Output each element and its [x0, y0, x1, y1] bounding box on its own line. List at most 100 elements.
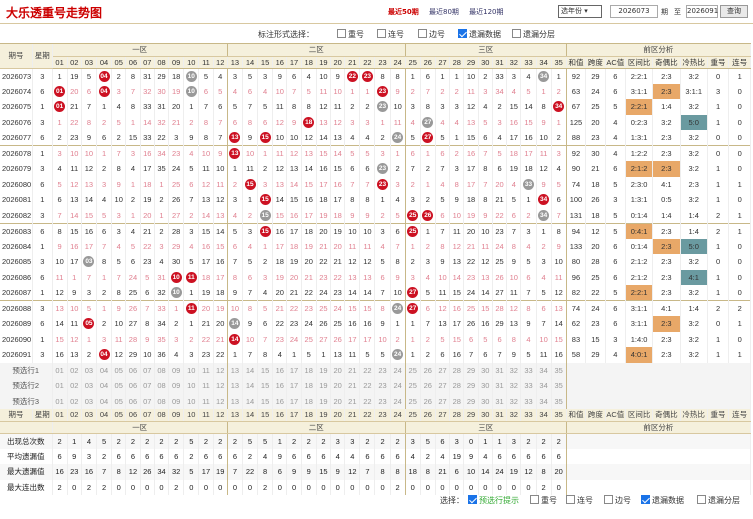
- preselect-number[interactable]: 11: [198, 393, 214, 409]
- preselect-number[interactable]: 11: [198, 378, 214, 394]
- preselect-number[interactable]: 23: [374, 393, 391, 409]
- preselect-number[interactable]: 23: [374, 362, 391, 378]
- preselect-number[interactable]: 20: [330, 378, 346, 394]
- preselect-number[interactable]: 25: [405, 393, 421, 409]
- preselect-number[interactable]: 28: [449, 393, 465, 409]
- preselect-number[interactable]: 10: [183, 378, 200, 394]
- preselect-number[interactable]: 04: [96, 378, 113, 394]
- preselect-number[interactable]: 12: [213, 362, 228, 378]
- preselect-number[interactable]: 21: [344, 362, 361, 378]
- period-80-link[interactable]: 最近80期: [429, 8, 459, 16]
- preselect-number[interactable]: 16: [272, 378, 288, 394]
- preselect-number[interactable]: 16: [272, 393, 288, 409]
- preselect-number[interactable]: 19: [316, 393, 332, 409]
- preselect-number[interactable]: 30: [478, 378, 493, 394]
- preselect-number[interactable]: 21: [344, 393, 361, 409]
- checkbox-icon[interactable]: [697, 495, 706, 504]
- year-select[interactable]: 选年份 ▾: [558, 5, 602, 18]
- preselect-number[interactable]: 20: [330, 393, 346, 409]
- preselect-number[interactable]: 02: [67, 362, 82, 378]
- checkbox-icon[interactable]: [418, 29, 427, 38]
- preselect-row[interactable]: 预选行3 01 02 03 04 05 06 07 08 09 10 11 12 13 14 15 16 17 18…: [0, 393, 752, 409]
- preselect-number[interactable]: 24: [390, 362, 406, 378]
- preselect-number[interactable]: 14: [242, 378, 259, 394]
- opt-omission[interactable]: 遗漏数据: [458, 29, 501, 40]
- query-button[interactable]: 查询: [720, 5, 748, 18]
- checkbox-icon[interactable]: [512, 29, 521, 38]
- preselect-number[interactable]: 33: [520, 393, 537, 409]
- preselect-number[interactable]: 01: [52, 378, 68, 394]
- preselect-number[interactable]: 33: [520, 362, 537, 378]
- preselect-number[interactable]: 30: [478, 393, 493, 409]
- preselect-number[interactable]: 08: [154, 378, 170, 394]
- preselect-number[interactable]: 28: [449, 362, 465, 378]
- preselect-number[interactable]: 14: [242, 393, 259, 409]
- preselect-number[interactable]: 01: [52, 362, 68, 378]
- issue-header[interactable]: 期号: [0, 44, 34, 69]
- checkbox-icon[interactable]: [377, 29, 386, 38]
- opt-edge[interactable]: 边号: [418, 29, 445, 40]
- preselect-number[interactable]: 03: [81, 393, 97, 409]
- opt-layer[interactable]: 遗漏分层: [512, 29, 555, 40]
- preselect-number[interactable]: 18: [301, 393, 317, 409]
- checkbox-icon[interactable]: [604, 495, 613, 504]
- preselect-number[interactable]: 26: [420, 393, 436, 409]
- preselect-row[interactable]: 预选行1 01 02 03 04 05 06 07 08 09 10 11 12 13 14 15 16 17 18…: [0, 362, 752, 378]
- to-issue-input[interactable]: 2026091: [686, 5, 718, 18]
- preselect-number[interactable]: 28: [449, 378, 465, 394]
- preselect-number[interactable]: 35: [551, 393, 567, 409]
- preselect-number[interactable]: 04: [96, 362, 113, 378]
- preselect-number[interactable]: 02: [67, 393, 82, 409]
- preselect-number[interactable]: 24: [390, 378, 406, 394]
- preselect-number[interactable]: 23: [374, 378, 391, 394]
- preselect-number[interactable]: 07: [140, 378, 155, 394]
- preselect-number[interactable]: 15: [257, 393, 274, 409]
- preselect-number[interactable]: 29: [463, 378, 479, 394]
- preselect-number[interactable]: 15: [257, 362, 274, 378]
- preselect-number[interactable]: 22: [359, 393, 376, 409]
- preselect-number[interactable]: 27: [435, 362, 451, 378]
- checkbox-checked-icon[interactable]: [641, 495, 650, 504]
- preselect-number[interactable]: 22: [359, 378, 376, 394]
- preselect-number[interactable]: 05: [111, 393, 127, 409]
- period-50-link[interactable]: 最近50期: [388, 8, 419, 16]
- preselect-number[interactable]: 22: [359, 362, 376, 378]
- footer-opt-repeat[interactable]: 重号: [530, 495, 557, 506]
- footer-opt-layer[interactable]: 遗漏分层: [697, 495, 740, 506]
- from-issue-input[interactable]: 2026073: [610, 5, 658, 18]
- preselect-number[interactable]: 29: [463, 393, 479, 409]
- preselect-number[interactable]: 17: [286, 362, 302, 378]
- preselect-number[interactable]: 30: [478, 362, 493, 378]
- preselect-number[interactable]: 02: [67, 378, 82, 394]
- preselect-number[interactable]: 25: [405, 378, 421, 394]
- preselect-number[interactable]: 08: [154, 393, 170, 409]
- checkbox-icon[interactable]: [337, 29, 346, 38]
- preselect-number[interactable]: 05: [111, 378, 127, 394]
- preselect-number[interactable]: 35: [551, 378, 567, 394]
- preselect-number[interactable]: 13: [227, 393, 243, 409]
- preselect-number[interactable]: 31: [492, 362, 508, 378]
- preselect-number[interactable]: 32: [506, 393, 522, 409]
- preselect-number[interactable]: 09: [168, 393, 185, 409]
- footer-opt-edge[interactable]: 边号: [604, 495, 631, 506]
- preselect-number[interactable]: 35: [551, 362, 567, 378]
- preselect-number[interactable]: 33: [520, 378, 537, 394]
- preselect-number[interactable]: 16: [272, 362, 288, 378]
- preselect-number[interactable]: 31: [492, 393, 508, 409]
- opt-consecutive[interactable]: 连号: [377, 29, 404, 40]
- preselect-number[interactable]: 27: [435, 378, 451, 394]
- preselect-number[interactable]: 32: [506, 362, 522, 378]
- preselect-number[interactable]: 06: [125, 378, 141, 394]
- preselect-row[interactable]: 预选行2 01 02 03 04 05 06 07 08 09 10 11 12 13 14 15 16 17 18…: [0, 378, 752, 394]
- footer-opt-omission[interactable]: 遗漏数据: [641, 495, 684, 506]
- preselect-number[interactable]: 14: [242, 362, 259, 378]
- preselect-number[interactable]: 01: [52, 393, 68, 409]
- preselect-number[interactable]: 19: [316, 378, 332, 394]
- preselect-number[interactable]: 26: [420, 362, 436, 378]
- preselect-number[interactable]: 05: [111, 362, 127, 378]
- preselect-number[interactable]: 29: [463, 362, 479, 378]
- preselect-number[interactable]: 18: [301, 378, 317, 394]
- preselect-number[interactable]: 10: [183, 393, 200, 409]
- preselect-number[interactable]: 21: [344, 378, 361, 394]
- preselect-number[interactable]: 03: [81, 362, 97, 378]
